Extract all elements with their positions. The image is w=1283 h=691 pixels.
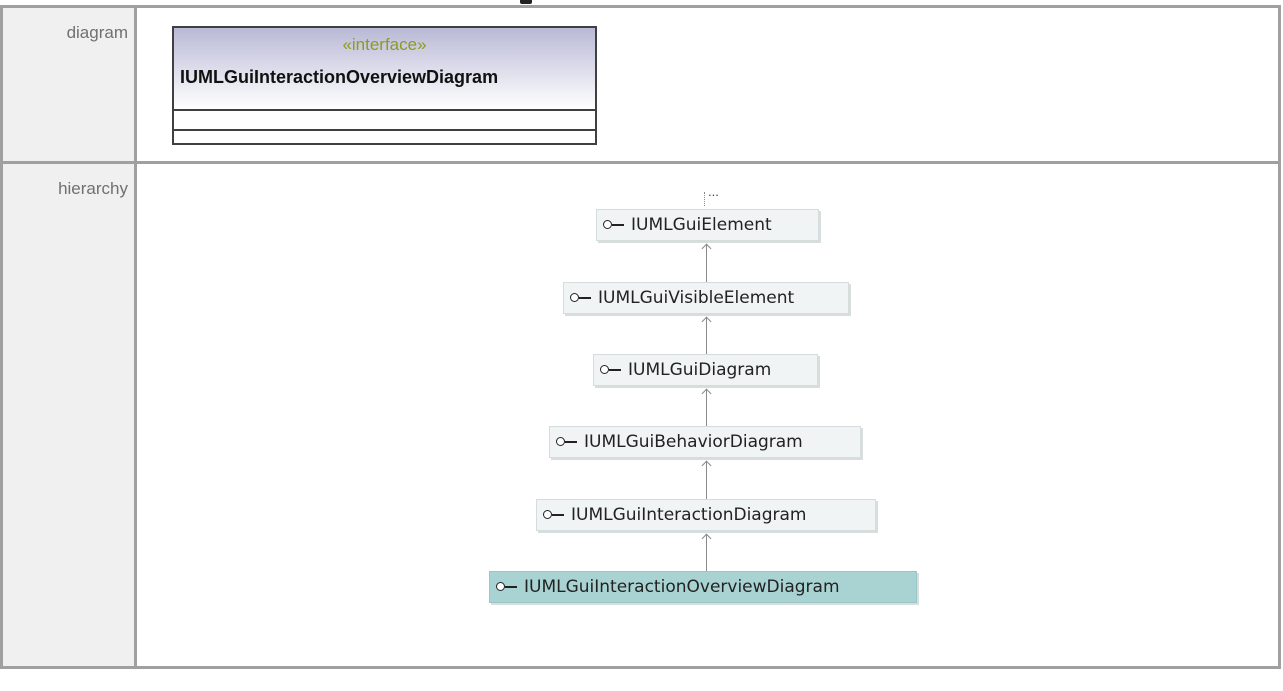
interface-lollipop-icon <box>496 580 518 594</box>
uml-interface-box[interactable]: «interface» IUMLGuiInteractionOverviewDi… <box>172 26 597 145</box>
hierarchy-content-cell: ... IUMLGuiElement IUMLGuiVisibleElement I… <box>134 161 1281 669</box>
ellipsis-marker: ... <box>708 184 719 199</box>
hierarchy-node[interactable]: IUMLGuiDiagram <box>593 354 818 386</box>
generalization-arrowhead <box>701 533 712 544</box>
hierarchy-node-label: IUMLGuiInteractionDiagram <box>571 505 807 525</box>
hierarchy-label-cell: hierarchy <box>0 161 137 669</box>
uml-attributes-compartment <box>174 109 595 129</box>
hierarchy-node[interactable]: IUMLGuiInteractionOverviewDiagram <box>489 571 917 603</box>
hierarchy-node[interactable]: IUMLGuiElement <box>596 209 819 241</box>
generalization-arrowhead <box>701 388 712 399</box>
diagram-label: diagram <box>66 23 128 42</box>
hierarchy-node[interactable]: IUMLGuiBehaviorDiagram <box>549 426 861 458</box>
diagram-row: diagram «interface» IUMLGuiInteractionOv… <box>0 5 1281 164</box>
uml-stereotype: «interface» <box>342 35 427 54</box>
hierarchy-label: hierarchy <box>58 179 128 198</box>
generalization-arrowhead <box>701 460 712 471</box>
generalization-arrowhead <box>701 243 712 254</box>
hierarchy-node-label: IUMLGuiInteractionOverviewDiagram <box>524 577 840 597</box>
generalization-arrowhead <box>701 316 712 327</box>
hierarchy-node[interactable]: IUMLGuiInteractionDiagram <box>536 499 876 531</box>
interface-lollipop-icon <box>570 291 592 305</box>
hierarchy-node-label: IUMLGuiBehaviorDiagram <box>584 432 803 452</box>
interface-lollipop-icon <box>543 508 565 522</box>
documentation-table: diagram «interface» IUMLGuiInteractionOv… <box>0 5 1281 669</box>
interface-lollipop-icon <box>600 363 622 377</box>
uml-interface-name: IUMLGuiInteractionOverviewDiagram <box>180 67 499 87</box>
cropped-title-fragment <box>520 0 532 4</box>
hierarchy-node-label: IUMLGuiElement <box>631 215 772 235</box>
hierarchy-node-label: IUMLGuiVisibleElement <box>598 288 795 308</box>
hierarchy-row: hierarchy ... IUMLGuiElement IUMLGuiVisib… <box>0 161 1281 669</box>
interface-lollipop-icon <box>556 435 578 449</box>
hierarchy-diagram: ... IUMLGuiElement IUMLGuiVisibleElement I… <box>137 164 1278 666</box>
uml-operations-compartment <box>174 129 595 143</box>
interface-lollipop-icon <box>603 218 625 232</box>
hierarchy-node-label: IUMLGuiDiagram <box>628 360 772 380</box>
hierarchy-node[interactable]: IUMLGuiVisibleElement <box>563 282 849 314</box>
ellipsis-connector <box>704 192 705 206</box>
diagram-content-cell: «interface» IUMLGuiInteractionOverviewDi… <box>134 5 1281 164</box>
uml-interface-header: «interface» IUMLGuiInteractionOverviewDi… <box>174 28 595 109</box>
diagram-label-cell: diagram <box>0 5 137 164</box>
